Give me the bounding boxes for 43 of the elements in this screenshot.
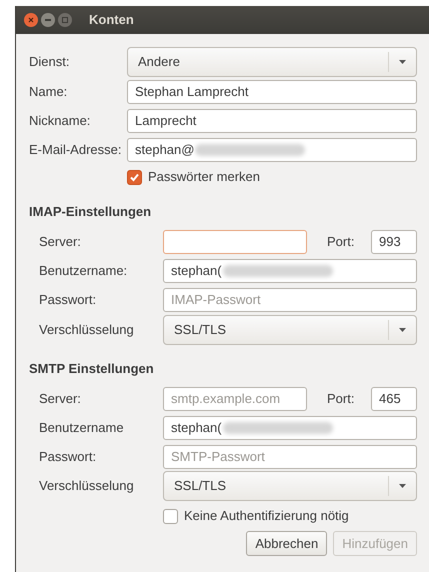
input-field[interactable] xyxy=(163,230,307,254)
field-label: Dienst: xyxy=(29,53,70,72)
maximize-icon xyxy=(62,17,68,23)
input-field[interactable]: Lamprecht xyxy=(127,108,417,132)
field-label: Passwort: xyxy=(38,291,98,310)
port-label: Port: xyxy=(327,233,356,252)
field-label: Benutzername xyxy=(38,418,125,437)
dropdown-arrow-icon xyxy=(399,60,406,64)
maximize-button[interactable] xyxy=(58,13,72,27)
checkbox[interactable] xyxy=(127,170,142,184)
close-button[interactable] xyxy=(24,13,38,27)
section-heading: SMTP Einstellungen xyxy=(29,360,155,378)
input-field[interactable]: stephan@ xyxy=(127,138,417,162)
field-label: Passwort: xyxy=(38,448,98,466)
input-field[interactable]: Stephan Lamprecht xyxy=(127,80,417,104)
field-label: Verschlüsselung xyxy=(38,320,135,339)
dropdown[interactable]: Andere xyxy=(127,47,417,77)
dropdown[interactable]: SSL/TLS xyxy=(163,314,417,344)
dropdown-arrow-icon xyxy=(399,328,406,332)
port-field[interactable]: 465 xyxy=(371,386,417,410)
field-label: Server: xyxy=(38,390,82,408)
input-field[interactable]: stephan( xyxy=(163,259,417,283)
dropdown-arrow-icon xyxy=(399,484,406,488)
close-icon xyxy=(28,17,34,23)
minimize-button[interactable] xyxy=(41,13,55,27)
checkbox[interactable] xyxy=(163,508,178,524)
field-label: Benutzername: xyxy=(38,262,128,280)
port-label: Port: xyxy=(327,390,356,408)
field-label: E-Mail-Adresse: xyxy=(29,140,122,159)
section-heading: IMAP-Einstellungen xyxy=(29,203,152,221)
checkmark-icon xyxy=(129,172,140,182)
field-label: Name: xyxy=(29,82,68,101)
minimize-icon xyxy=(45,19,51,21)
checkbox-option[interactable]: Passwörter merken xyxy=(127,166,417,188)
input-field[interactable]: stephan( xyxy=(163,416,417,440)
field-label: Nickname: xyxy=(29,112,92,130)
port-field[interactable]: 993 xyxy=(371,230,417,254)
dropdown[interactable]: SSL/TLS xyxy=(163,471,417,501)
checkbox-option[interactable]: Keine Authentifizierung nötig xyxy=(163,505,417,527)
field-label: Verschlüsselung xyxy=(38,477,135,496)
dialog-button[interactable]: Abbrechen xyxy=(246,531,328,556)
window-title: Konten xyxy=(89,11,134,30)
field-label: Server: xyxy=(38,233,82,252)
